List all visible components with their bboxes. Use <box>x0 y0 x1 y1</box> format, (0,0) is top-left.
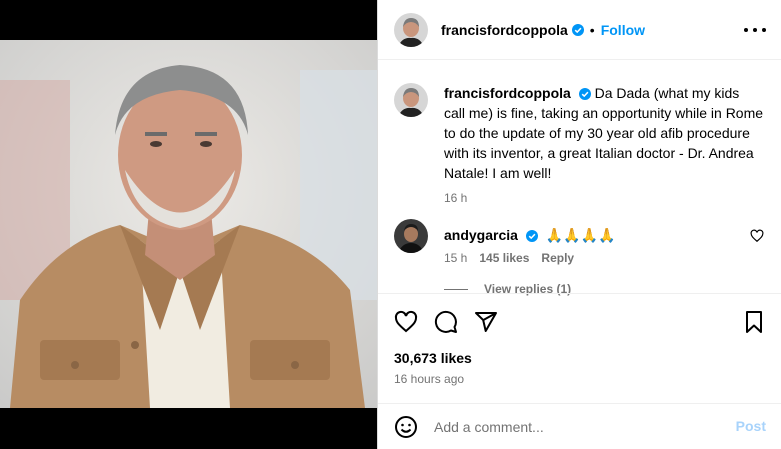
likes-count[interactable]: 30,673 likes <box>394 350 472 366</box>
post-media[interactable] <box>0 0 377 449</box>
caption-time[interactable]: 16 h <box>444 191 467 205</box>
comment-body: andygarcia 🙏🙏🙏🙏 <box>444 219 764 245</box>
separator-dot: • <box>589 21 595 38</box>
comment-meta: 15 h 145 likes Reply <box>444 251 764 265</box>
comments-list[interactable]: francisfordcoppola Da Dada (what my kids… <box>378 61 781 293</box>
post-header: francisfordcoppola • Follow <box>378 0 781 60</box>
post-photo <box>0 40 377 408</box>
verified-badge-icon <box>525 230 538 243</box>
view-replies-line <box>444 288 468 290</box>
comment-likes[interactable]: 145 likes <box>479 251 529 265</box>
comment-icon[interactable] <box>434 310 458 334</box>
author-username[interactable]: francisfordcoppola <box>441 22 568 38</box>
emoji-icon[interactable] <box>394 415 418 439</box>
commenter-avatar[interactable] <box>394 219 428 253</box>
verified-badge-icon <box>571 23 584 36</box>
caption-body: francisfordcoppola Da Dada (what my kids… <box>444 83 764 183</box>
save-icon[interactable] <box>742 310 766 334</box>
post-timestamp[interactable]: 16 hours ago <box>394 372 464 386</box>
share-icon[interactable] <box>474 310 498 334</box>
heart-icon[interactable] <box>394 310 418 334</box>
comment-input[interactable] <box>434 418 724 435</box>
comment-item: andygarcia 🙏🙏🙏🙏 15 h 145 likes Reply <box>394 219 764 265</box>
caption: francisfordcoppola Da Dada (what my kids… <box>394 83 764 205</box>
comment-text: 🙏🙏🙏🙏 <box>545 227 616 243</box>
caption-meta: 16 h <box>444 191 764 205</box>
reply-button[interactable]: Reply <box>541 251 574 265</box>
author-avatar[interactable] <box>394 12 428 47</box>
comment-username[interactable]: andygarcia <box>444 227 518 243</box>
more-options-icon[interactable] <box>744 20 766 40</box>
follow-button[interactable]: Follow <box>601 22 645 38</box>
comment-composer: Post <box>378 403 781 449</box>
post-details-panel: francisfordcoppola • Follow francisfordc… <box>377 0 781 449</box>
caption-username[interactable]: francisfordcoppola <box>444 85 571 101</box>
comment-like-heart-icon[interactable] <box>750 229 764 243</box>
post-actions: 30,673 likes 16 hours ago <box>378 293 781 403</box>
author-avatar[interactable] <box>394 83 428 117</box>
action-icons <box>394 310 498 334</box>
comment-time[interactable]: 15 h <box>444 251 467 265</box>
verified-badge-icon <box>578 88 591 101</box>
post-comment-button[interactable]: Post <box>736 418 766 434</box>
